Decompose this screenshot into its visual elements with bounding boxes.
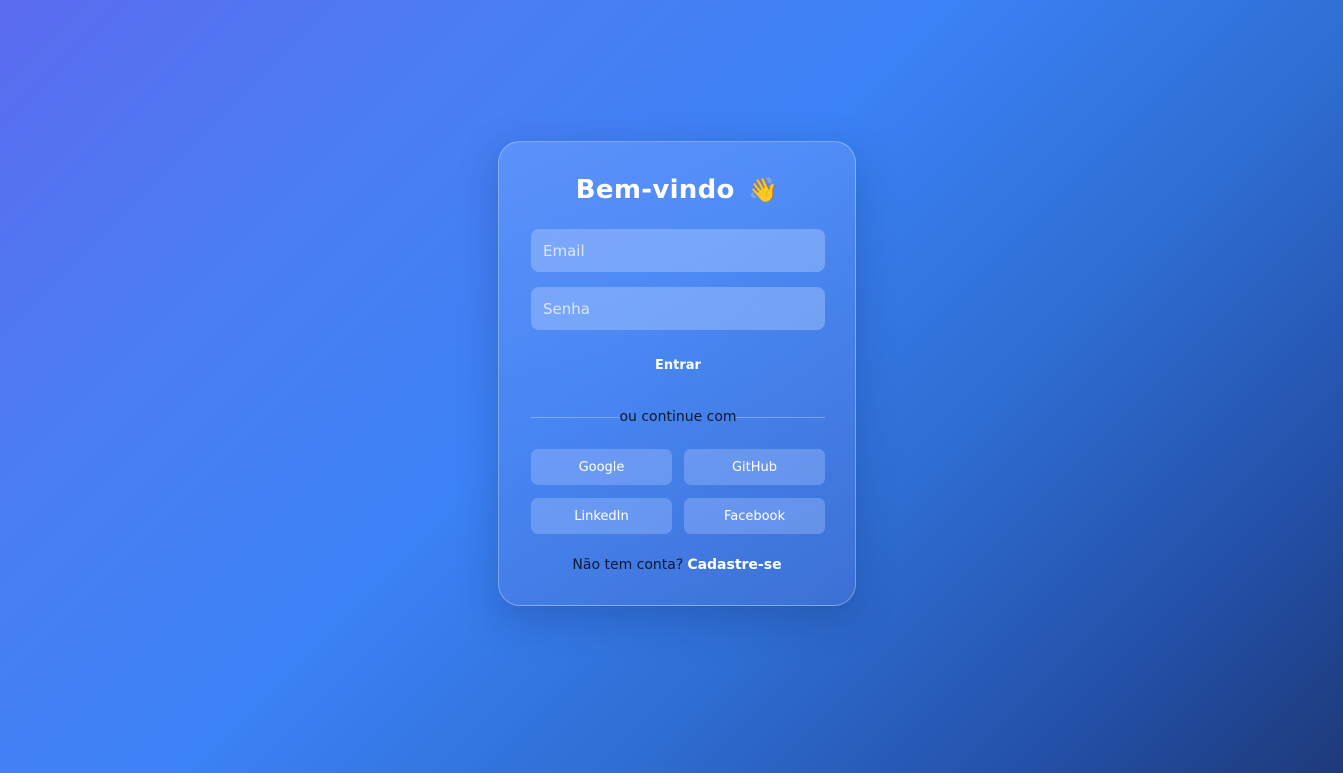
signup-prompt-text: Não tem conta? [572, 557, 684, 573]
login-card: Bem-vindo 👋 Entrar ou continue com Googl… [498, 141, 856, 606]
waving-hand-icon: 👋 [748, 176, 779, 204]
signup-prompt: Não tem conta? Cadastre-se [499, 557, 855, 573]
email-field[interactable] [531, 229, 825, 272]
google-login-button[interactable]: Google [531, 449, 672, 485]
github-login-button[interactable]: GitHub [684, 449, 825, 485]
linkedin-login-button[interactable]: LinkedIn [531, 498, 672, 534]
signup-link[interactable]: Cadastre-se [687, 557, 781, 573]
divider: ou continue com [531, 407, 825, 427]
password-field[interactable] [531, 287, 825, 330]
title-text: Bem-vindo [575, 175, 735, 205]
facebook-login-button[interactable]: Facebook [684, 498, 825, 534]
divider-text: ou continue com [619, 409, 737, 425]
login-button[interactable]: Entrar [531, 347, 825, 383]
page-title: Bem-vindo 👋 [499, 175, 855, 205]
